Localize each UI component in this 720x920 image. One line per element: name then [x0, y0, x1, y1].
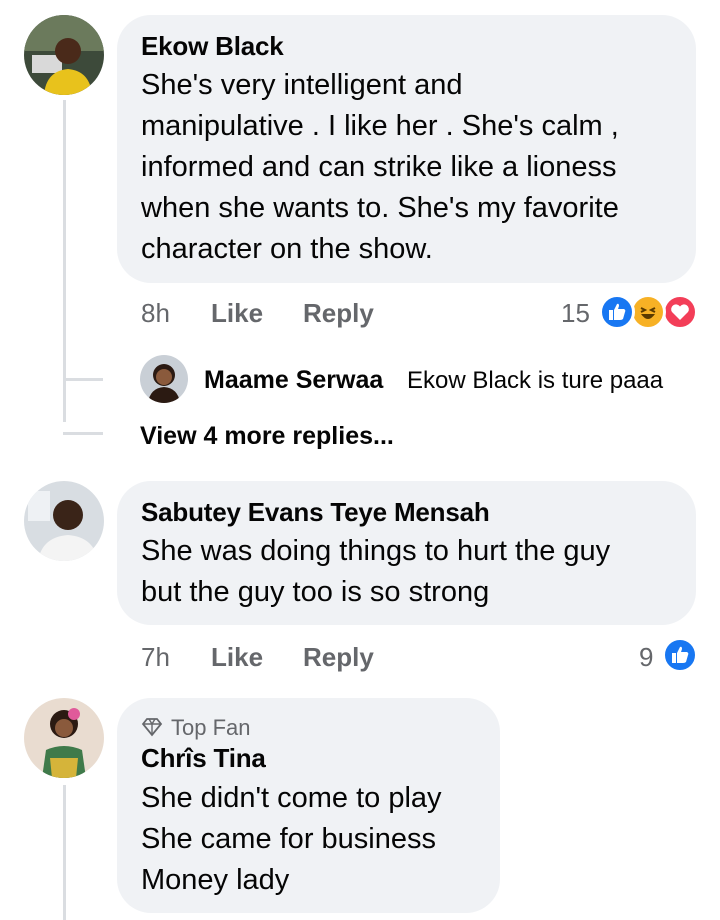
like-icon[interactable] [662, 637, 698, 673]
badge-label: Top Fan [171, 715, 251, 740]
comment-author[interactable]: Sabutey Evans Teye Mensah [141, 497, 490, 528]
comment-timestamp[interactable]: 7h [141, 642, 170, 673]
avatar[interactable] [24, 481, 104, 561]
reaction-count[interactable]: 9 [639, 642, 653, 673]
reaction-count[interactable]: 15 [561, 298, 590, 329]
view-more-replies-button[interactable]: View 4 more replies... [140, 422, 394, 451]
thread-connector [63, 378, 103, 381]
reply-button[interactable]: Reply [303, 298, 374, 329]
thread-connector [63, 432, 103, 435]
haha-icon[interactable] [630, 294, 666, 330]
reply-avatar[interactable] [140, 355, 188, 403]
comment-timestamp[interactable]: 8h [141, 298, 170, 329]
avatar[interactable] [24, 698, 104, 778]
comment-author[interactable]: Ekow Black [141, 31, 284, 62]
diamond-icon [141, 717, 163, 742]
thread-line [63, 100, 66, 422]
comment-text: She didn't come to play She came for bus… [141, 782, 442, 896]
reply-button[interactable]: Reply [303, 642, 374, 673]
reply-text: Ekow Black is ture paaa [407, 367, 664, 394]
love-icon[interactable] [662, 294, 698, 330]
like-icon[interactable] [599, 294, 635, 330]
thread-line [63, 785, 66, 920]
like-button[interactable]: Like [211, 298, 263, 329]
like-button[interactable]: Like [211, 642, 263, 673]
comment-text: She's very intelligent and manipulative … [141, 69, 619, 265]
avatar[interactable] [24, 15, 104, 95]
comment-author[interactable]: Chrîs Tina [141, 743, 266, 774]
reply-author[interactable]: Maame Serwaa [204, 366, 383, 395]
comment-text: She was doing things to hurt the guy but… [141, 535, 611, 608]
